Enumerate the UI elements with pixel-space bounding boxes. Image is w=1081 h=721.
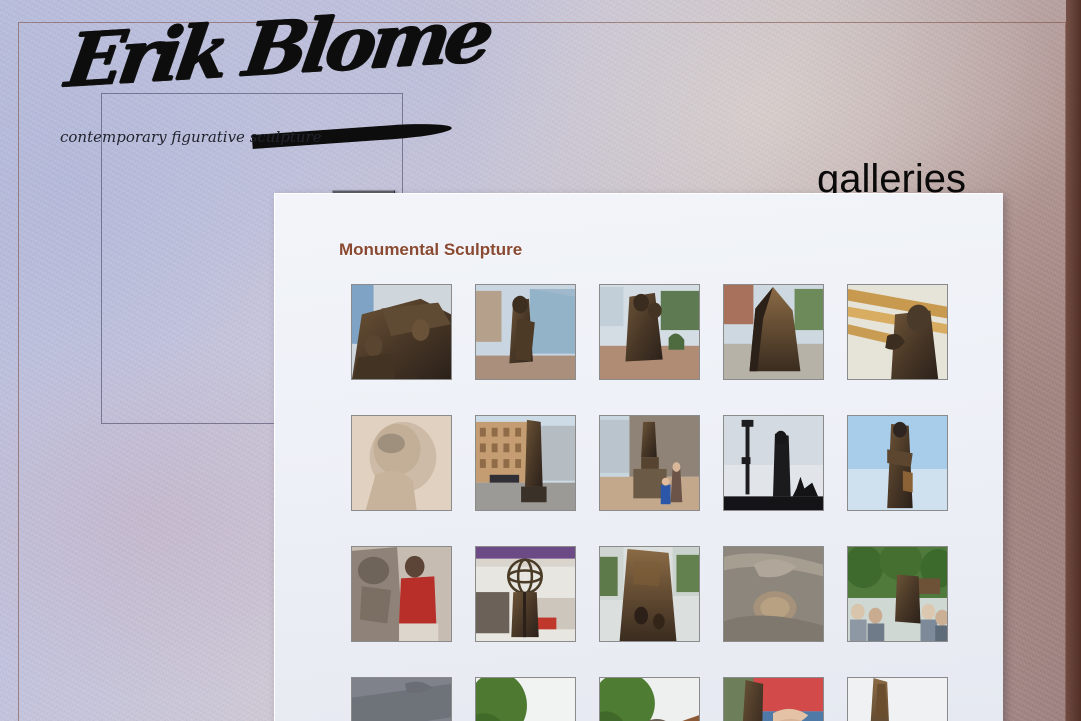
gallery-thumbnail[interactable] [723,415,824,511]
gallery-thumbnail[interactable] [599,415,700,511]
gallery-thumbnail[interactable] [847,546,948,642]
gallery-thumbnail[interactable] [351,284,452,380]
gallery-thumbnail[interactable] [475,677,576,721]
gallery-thumbnail[interactable] [723,284,824,380]
gallery-thumbnail[interactable] [599,284,700,380]
content-panel: Monumental Sculpture [274,193,1003,721]
right-edge-band [1066,0,1081,721]
gallery-thumbnail[interactable] [723,546,824,642]
gallery-thumbnail[interactable] [475,415,576,511]
gallery-thumbnail[interactable] [475,284,576,380]
brand-logo[interactable]: Erik Blome [61,0,495,149]
gallery-thumbnail[interactable] [847,677,948,721]
gallery-thumbnail[interactable] [599,546,700,642]
gallery-thumbnail[interactable] [847,284,948,380]
gallery-thumbnail[interactable] [599,677,700,721]
brand-tagline: contemporary figurative sculpture [60,128,322,146]
brand-signature-text: Erik Blome [61,0,495,104]
gallery-heading: Monumental Sculpture [339,240,523,260]
gallery-thumbnail[interactable] [351,677,452,721]
page-root: Erik Blome contemporary figurative sculp… [0,0,1081,721]
gallery-thumbnail[interactable] [847,415,948,511]
gallery-thumbnail[interactable] [351,546,452,642]
gallery-thumbnail[interactable] [723,677,824,721]
thumbnail-grid [351,284,948,721]
gallery-thumbnail[interactable] [351,415,452,511]
gallery-thumbnail[interactable] [475,546,576,642]
